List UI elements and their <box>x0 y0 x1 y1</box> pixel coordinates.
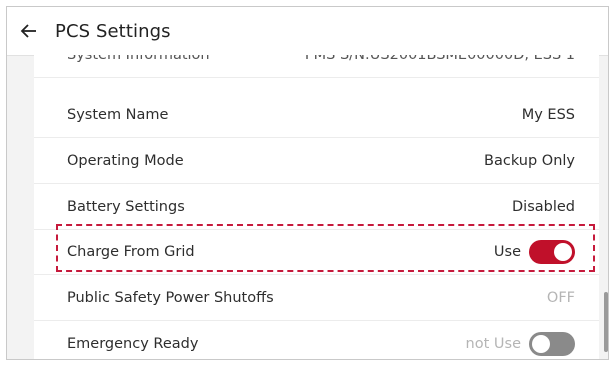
emergency-ready-toggle[interactable] <box>529 332 575 356</box>
settings-list[interactable]: System Information PMS S/N:US2001BSME000… <box>34 55 599 359</box>
header-bar: PCS Settings <box>7 7 608 56</box>
setting-value: PMS S/N:US2001BSME00000D, ESS 1 <box>304 55 575 63</box>
back-button[interactable] <box>9 7 49 55</box>
toggle-knob <box>532 335 550 353</box>
arrow-left-icon <box>20 24 36 38</box>
setting-value-group: Use <box>494 240 575 264</box>
setting-value: Backup Only <box>484 153 575 169</box>
setting-label: Operating Mode <box>67 153 184 169</box>
setting-value: Use <box>493 244 521 260</box>
setting-label: Battery Settings <box>67 199 185 215</box>
toggle-knob <box>554 243 572 261</box>
setting-row-system-name[interactable]: System Name My ESS <box>34 93 599 138</box>
setting-row-emergency-ready[interactable]: Emergency Ready not Use <box>34 322 599 359</box>
scrollbar[interactable] <box>604 292 608 352</box>
setting-label: Emergency Ready <box>67 336 199 352</box>
setting-row-system-information[interactable]: System Information PMS S/N:US2001BSME000… <box>34 55 599 78</box>
setting-label: Public Safety Power Shutoffs <box>67 290 274 306</box>
setting-row-charge-from-grid[interactable]: Charge From Grid Use <box>34 230 599 275</box>
setting-value: not Use <box>465 336 521 352</box>
charge-from-grid-toggle[interactable] <box>529 240 575 264</box>
setting-row-operating-mode[interactable]: Operating Mode Backup Only <box>34 139 599 184</box>
settings-window: PCS Settings System Information PMS S/N:… <box>6 6 609 360</box>
setting-value-group: not Use <box>466 332 575 356</box>
setting-label: System Name <box>67 107 169 123</box>
setting-label: System Information <box>67 55 210 63</box>
setting-label: Charge From Grid <box>67 244 195 260</box>
setting-row-public-safety-power-shutoffs[interactable]: Public Safety Power Shutoffs OFF <box>34 276 599 321</box>
setting-value: Disabled <box>512 199 575 215</box>
setting-row-battery-settings[interactable]: Battery Settings Disabled <box>34 185 599 230</box>
page-title: PCS Settings <box>55 20 171 42</box>
setting-value: OFF <box>546 290 575 306</box>
setting-value: My ESS <box>521 107 575 123</box>
